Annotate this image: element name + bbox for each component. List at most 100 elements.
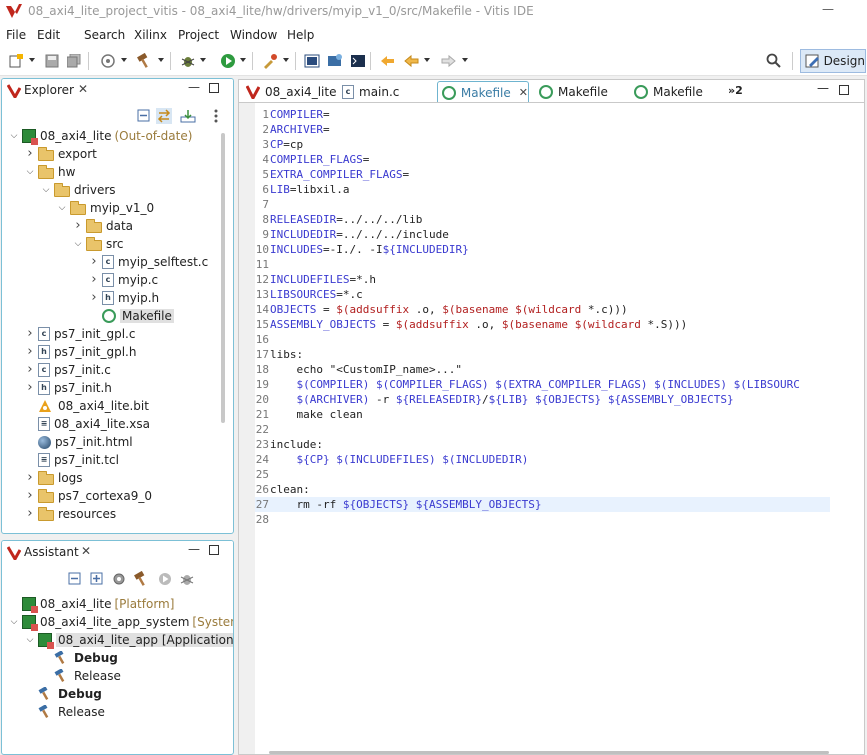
debug-bug-icon[interactable] (178, 51, 198, 71)
explorer-tree-item[interactable]: ⌵ 08_axi4_lite (Out-of-date) (8, 127, 192, 145)
code-line[interactable]: 12INCLUDEFILES=*.h (255, 272, 376, 287)
run-dropdown-arrow[interactable] (240, 58, 246, 62)
explorer-tree-item[interactable]: › c ps7_init_gpl.c (24, 325, 135, 343)
external-tools-icon[interactable] (260, 51, 280, 71)
explorer-tree-item[interactable]: › logs (24, 469, 83, 487)
collapse-chevron-icon[interactable]: › (24, 147, 36, 160)
editor-tab[interactable]: Makefile (630, 81, 718, 103)
expand-chevron-icon[interactable]: ⌵ (24, 166, 36, 178)
code-line[interactable]: 2ARCHIVER= (255, 122, 329, 137)
code-line[interactable]: 27 rm -rf ${OBJECTS} ${ASSEMBLY_OBJECTS} (255, 497, 830, 512)
explorer-tree-item[interactable]: ⌵ drivers (40, 181, 116, 199)
build-dropdown-arrow[interactable] (158, 58, 164, 62)
collapse-chevron-icon[interactable]: › (88, 273, 100, 286)
code-line[interactable]: 5EXTRA_COMPILER_FLAGS= (255, 167, 409, 182)
explorer-maximize-icon[interactable] (209, 83, 219, 93)
collapse-chevron-icon[interactable]: › (24, 327, 36, 340)
back-arrow-icon[interactable] (402, 51, 422, 71)
code-line[interactable]: 19 $(COMPILER) $(COMPILER_FLAGS) $(EXTRA… (255, 377, 800, 392)
code-line[interactable]: 14OBJECTS = $(addsuffix .o, $(basename $… (255, 302, 628, 317)
minimize-button[interactable]: — (822, 2, 834, 16)
explorer-tree-item[interactable]: ps7_init.html (24, 433, 133, 451)
assistant-tree-item[interactable]: 08_axi4_lite [Platform] (8, 595, 174, 613)
collapse-chevron-icon[interactable]: › (88, 255, 100, 268)
program-device-icon[interactable] (302, 51, 322, 71)
code-line[interactable]: 13LIBSOURCES=*.c (255, 287, 363, 302)
assistant-tree-item[interactable]: ⌵ 08_axi4_lite_app_system[System] (8, 613, 233, 631)
code-line[interactable]: 8RELEASEDIR=../../../lib (255, 212, 422, 227)
import-icon[interactable] (180, 108, 196, 124)
explorer-tree-item[interactable]: › c ps7_init.c (24, 361, 111, 379)
collapse-chevron-icon[interactable]: › (24, 471, 36, 484)
editor-vertical-scrollbar[interactable] (848, 103, 864, 754)
code-line[interactable]: 3CP=cp (255, 137, 303, 152)
new-icon[interactable] (6, 51, 26, 71)
explorer-tree-item[interactable]: ⌵ myip_v1_0 (56, 199, 154, 217)
xsct-console-icon[interactable] (325, 51, 345, 71)
forward-arrow-icon[interactable] (438, 51, 458, 71)
code-line[interactable]: 1COMPILER= (255, 107, 329, 122)
explorer-close-icon[interactable]: ✕ (78, 82, 88, 96)
build-hammer-icon[interactable] (134, 51, 154, 71)
code-line[interactable]: 16 (255, 332, 270, 347)
code-line[interactable]: 20 $(ARCHIVER) -r ${RELEASEDIR}/${LIB} $… (255, 392, 734, 407)
explorer-tree-item[interactable]: ⌵ src (72, 235, 124, 253)
explorer-tree-item[interactable]: › export (24, 145, 97, 163)
save-icon[interactable] (42, 51, 62, 71)
close-tab-icon[interactable]: ✕ (519, 86, 528, 99)
explorer-minimize-icon[interactable]: — (188, 80, 200, 94)
collapse-chevron-icon[interactable]: › (24, 345, 36, 358)
expand-chevron-icon[interactable]: ⌵ (8, 616, 20, 628)
explorer-tree-item[interactable]: › resources (24, 505, 116, 523)
code-line[interactable]: 4COMPILER_FLAGS= (255, 152, 369, 167)
link-with-editor-icon[interactable] (156, 108, 172, 124)
explorer-tree-item[interactable]: › c myip_selftest.c (88, 253, 208, 271)
run-icon[interactable] (157, 571, 173, 587)
back-dropdown-arrow[interactable] (424, 58, 430, 62)
explorer-tree-item[interactable]: › c myip.c (88, 271, 158, 289)
explorer-scrollbar[interactable] (221, 133, 225, 423)
expand-chevron-icon[interactable]: ⌵ (24, 634, 36, 646)
menu-file[interactable]: File (6, 28, 26, 42)
explorer-tree-item[interactable]: ⌵ hw (24, 163, 75, 181)
code-line[interactable]: 26clean: (255, 482, 310, 497)
code-line[interactable]: 7 (255, 197, 270, 212)
editor-maximize-icon[interactable] (839, 85, 849, 95)
collapse-chevron-icon[interactable]: › (24, 381, 36, 394)
collapse-chevron-icon[interactable]: › (24, 507, 36, 520)
code-line[interactable]: 15ASSEMBLY_OBJECTS = $(addsuffix .o, $(b… (255, 317, 688, 332)
menu-project[interactable]: Project (178, 28, 219, 42)
menu-help[interactable]: Help (287, 28, 314, 42)
code-line[interactable]: 10INCLUDES=-I./. -I${INCLUDEDIR} (255, 242, 469, 257)
view-menu-icon[interactable] (208, 108, 224, 124)
expand-all-icon[interactable] (89, 571, 105, 587)
editor-tab[interactable]: c main.c (338, 81, 434, 103)
target-icon[interactable] (98, 51, 118, 71)
assistant-minimize-icon[interactable]: — (188, 542, 200, 556)
code-line[interactable]: 23include: (255, 437, 323, 452)
collapse-all-icon[interactable] (67, 571, 83, 587)
menu-xilinx[interactable]: Xilinx (134, 28, 167, 42)
assistant-tree-item[interactable]: Release (40, 667, 121, 685)
explorer-tree-item[interactable]: › h ps7_init.h (24, 379, 112, 397)
external-tools-dropdown-arrow[interactable] (283, 58, 289, 62)
editor-tab[interactable]: Makefile ✕ (437, 81, 529, 103)
code-line[interactable]: 28 (255, 512, 270, 527)
code-line[interactable]: 18 echo "<CustomIP_name>..." (255, 362, 462, 377)
editor-horizontal-scrollbar[interactable] (269, 751, 829, 754)
target-dropdown-arrow[interactable] (121, 58, 127, 62)
settings-gear-icon[interactable] (111, 571, 127, 587)
explorer-tree-item[interactable]: › h ps7_init_gpl.h (24, 343, 136, 361)
collapse-all-icon[interactable] (136, 108, 152, 124)
new-dropdown-arrow[interactable] (29, 58, 35, 62)
editor-minimize-icon[interactable]: — (817, 81, 829, 95)
editor-tab[interactable]: 08_axi4_lite (242, 81, 336, 103)
collapse-chevron-icon[interactable]: › (72, 219, 84, 232)
save-all-icon[interactable] (64, 51, 84, 71)
design-perspective-button[interactable]: Design (800, 49, 866, 73)
explorer-tree-item[interactable]: › data (72, 217, 133, 235)
tab-overflow-button[interactable]: »2 (728, 84, 743, 97)
expand-chevron-icon[interactable]: ⌵ (8, 130, 20, 142)
collapse-chevron-icon[interactable]: › (24, 489, 36, 502)
assistant-tree-item[interactable]: Debug (24, 685, 102, 703)
